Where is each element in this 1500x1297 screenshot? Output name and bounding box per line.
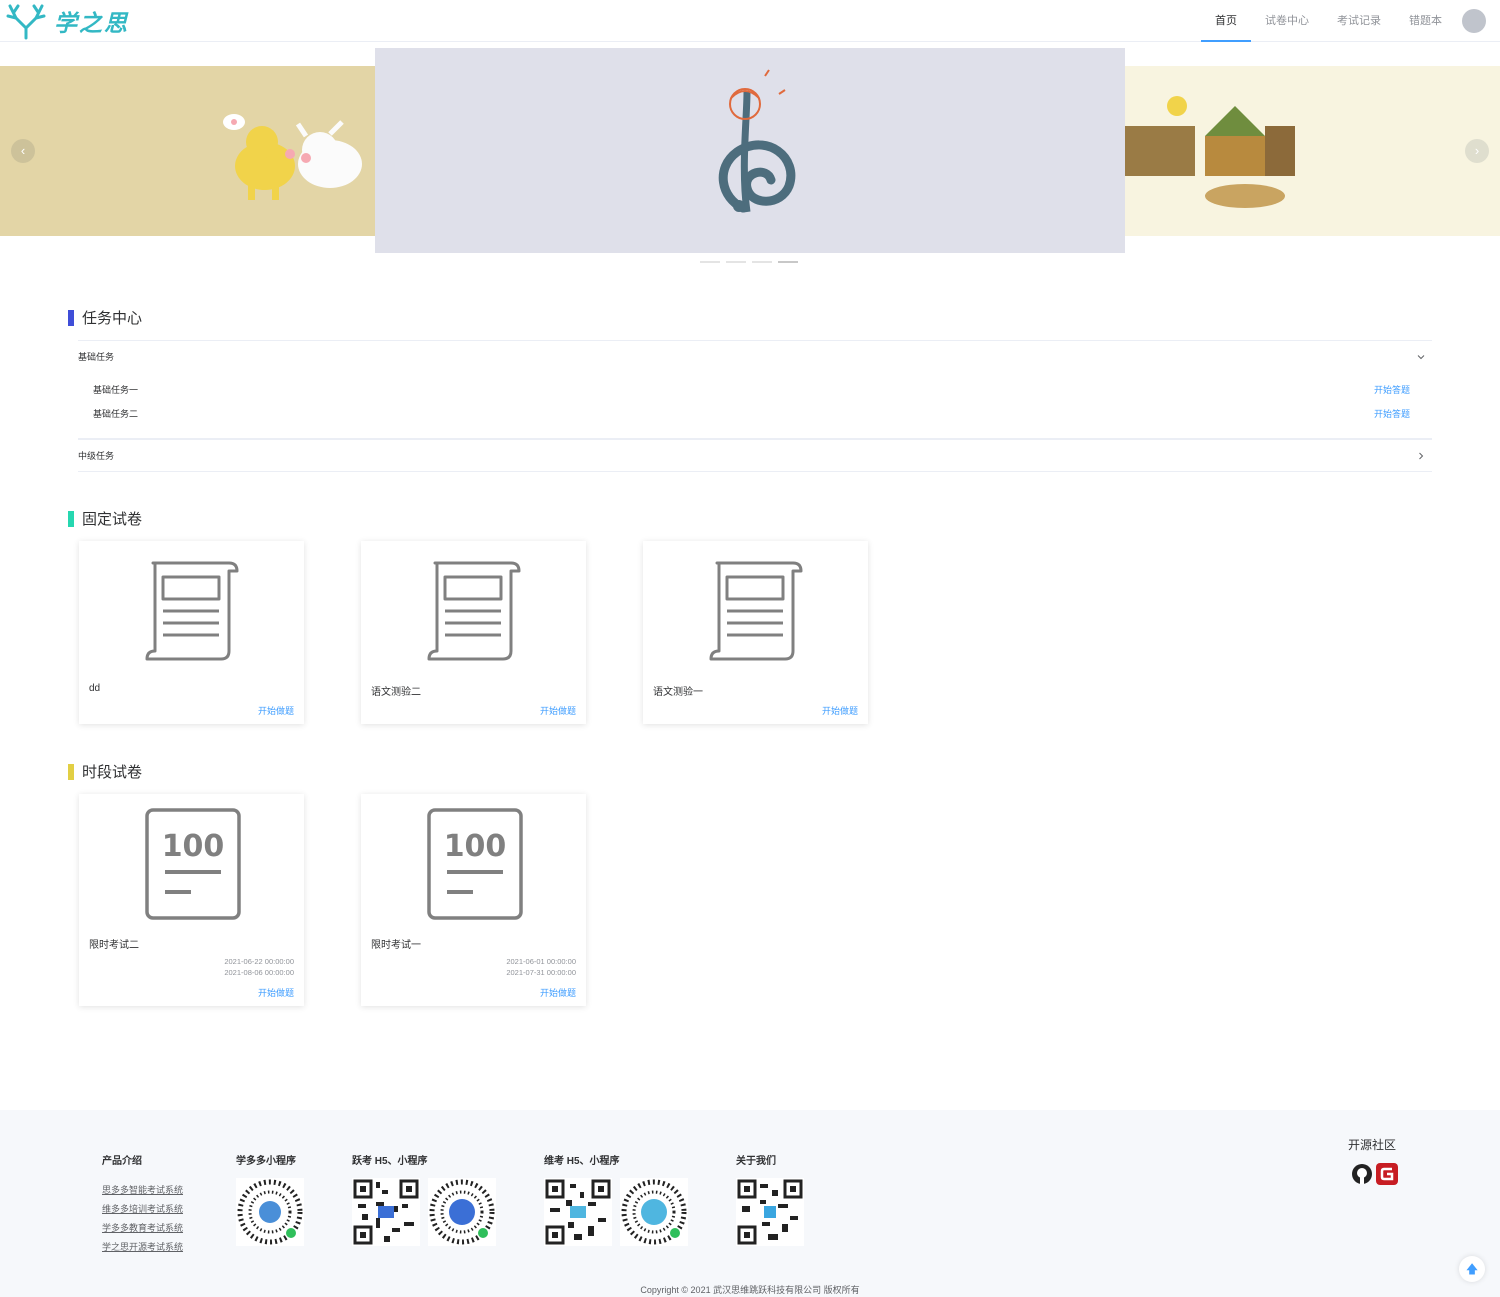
carousel-next-button[interactable]: › [1465,139,1489,163]
nav-exam-records[interactable]: 考试记录 [1323,0,1395,42]
footer-community-title: 开源社区 [1348,1138,1397,1152]
section-bar [68,763,74,780]
paper-name: 限时考试一 [371,940,421,951]
task-group-header[interactable]: 中级任务 [78,439,1432,472]
github-icon[interactable] [1350,1162,1374,1186]
fixed-papers-heading: 固定试卷 [68,508,142,529]
task-collapse: 基础任务 基础任务一 开始答题 基础任务二 开始答题 中级任务 [78,340,1432,472]
footer-yuekao-title: 跃考 H5、小程序 [352,1156,428,1167]
nav-wrong-questions[interactable]: 错题本 [1395,0,1456,42]
top-header: 学之思 首页 试卷中心 考试记录 错题本 [0,0,1500,42]
carousel-slide-prev[interactable] [0,66,375,236]
footer-product-title: 产品介绍 [102,1156,142,1167]
score-badge-text: 100 [162,829,225,864]
paper-scroll-icon [707,559,807,668]
main-nav: 首页 试卷中心 考试记录 错题本 [1201,0,1500,42]
arrow-up-icon: 🡅 [1465,1262,1479,1276]
back-to-top-button[interactable]: 🡅 [1459,1256,1485,1282]
task-center-heading: 任务中心 [68,307,142,328]
logo-text: 学之思 [54,10,129,37]
start-exam-link[interactable]: 开始做题 [540,704,576,717]
task-name: 基础任务一 [93,384,139,395]
task-group-body: 基础任务一 开始答题 基础任务二 开始答题 [78,372,1432,439]
chevron-right-icon [1419,452,1424,459]
paper-card[interactable]: 语文测验一 开始做题 [643,541,868,724]
page-footer: 产品介绍 思多多智能考试系统 维多多培训考试系统 学多多教育考试系统 学之思开源… [0,1110,1500,1297]
paper-scroll-icon [425,559,525,668]
footer-product-link[interactable]: 学多多教育考试系统 [102,1221,183,1234]
carousel-indicator[interactable] [752,261,772,263]
paper-name: 语文测验一 [653,687,703,698]
yuekao-miniprogram-qr-icon [428,1178,496,1246]
score-sheet-icon: 100 [145,808,241,925]
paper-name: 语文测验二 [371,687,421,698]
paper-name: dd [89,683,101,694]
copyright-text: Copyright © 2021 武汉思维跳跃科技有限公司 版权所有 [640,1285,860,1295]
paper-scroll-icon [143,559,243,668]
section-title-text: 时段试卷 [82,764,143,781]
weikao-miniprogram-qr-icon [620,1178,688,1246]
footer-product-link[interactable]: 学之思开源考试系统 [102,1240,183,1253]
task-row: 基础任务一 开始答题 [78,377,1432,401]
start-answer-link[interactable]: 开始答题 [1374,383,1410,396]
deer-antler-icon [6,4,46,40]
footer-product-link[interactable]: 思多多智能考试系统 [102,1183,183,1196]
chevron-left-icon: ‹ [20,143,26,158]
start-exam-link[interactable]: 开始做题 [258,704,294,717]
logo[interactable]: 学之思 [4,2,129,40]
paper-name: 限时考试二 [89,940,139,951]
start-time: 2021-06-01 00:00:00 [506,957,576,966]
chevron-down-icon [1417,354,1425,359]
paper-card[interactable]: dd 开始做题 [79,541,304,724]
carousel-indicator-active[interactable] [778,261,798,263]
task-name: 基础任务二 [93,408,139,419]
yuekao-h5-qr-icon [352,1178,420,1246]
section-bar [68,510,74,527]
task-row: 基础任务二 开始答题 [78,401,1432,425]
start-exam-link[interactable]: 开始做题 [258,986,294,999]
xueduoduo-miniprogram-qr-icon [236,1178,304,1246]
gitee-icon[interactable] [1375,1162,1399,1186]
chevron-right-icon: › [1474,143,1480,158]
section-bar [68,309,74,326]
start-exam-link[interactable]: 开始做题 [822,704,858,717]
carousel-indicators [700,261,804,263]
giraffe-goat-illustration [223,114,362,200]
start-exam-link[interactable]: 开始做题 [540,986,576,999]
task-group-name: 中级任务 [78,451,115,461]
start-time: 2021-06-22 00:00:00 [224,957,294,966]
footer-xueduoduo-title: 学多多小程序 [236,1156,296,1167]
carousel-slide-next[interactable] [1125,66,1500,236]
carousel-slide-active[interactable] [375,48,1125,253]
end-time: 2021-07-31 00:00:00 [506,968,576,977]
carousel-indicator[interactable] [700,261,720,263]
score-badge-text: 100 [444,829,507,864]
timed-paper-card[interactable]: 100 限时考试二 2021-06-22 00:00:00 2021-08-06… [79,794,304,1006]
user-avatar[interactable] [1462,9,1486,33]
start-answer-link[interactable]: 开始答题 [1374,407,1410,420]
end-time: 2021-08-06 00:00:00 [224,968,294,977]
carousel-indicator[interactable] [726,261,746,263]
task-group-header[interactable]: 基础任务 [78,340,1432,372]
nav-paper-center[interactable]: 试卷中心 [1251,0,1323,42]
about-us-qr-icon [736,1178,804,1246]
footer-about-title: 关于我们 [736,1156,776,1167]
task-group-name: 基础任务 [78,352,115,362]
treble-clef-illustration [718,69,796,213]
paper-card[interactable]: 语文测验二 开始做题 [361,541,586,724]
houses-illustration [1125,96,1295,208]
section-title-text: 固定试卷 [82,511,143,528]
nav-home[interactable]: 首页 [1201,0,1251,42]
section-title-text: 任务中心 [82,310,143,327]
footer-product-link[interactable]: 维多多培训考试系统 [102,1202,183,1215]
banner-carousel: ‹ › [0,48,1500,268]
score-sheet-icon: 100 [427,808,523,925]
carousel-prev-button[interactable]: ‹ [11,139,35,163]
timed-paper-card[interactable]: 100 限时考试一 2021-06-01 00:00:00 2021-07-31… [361,794,586,1006]
footer-weikao-title: 维考 H5、小程序 [544,1156,620,1167]
weikao-h5-qr-icon [544,1178,612,1246]
timed-papers-heading: 时段试卷 [68,761,142,782]
